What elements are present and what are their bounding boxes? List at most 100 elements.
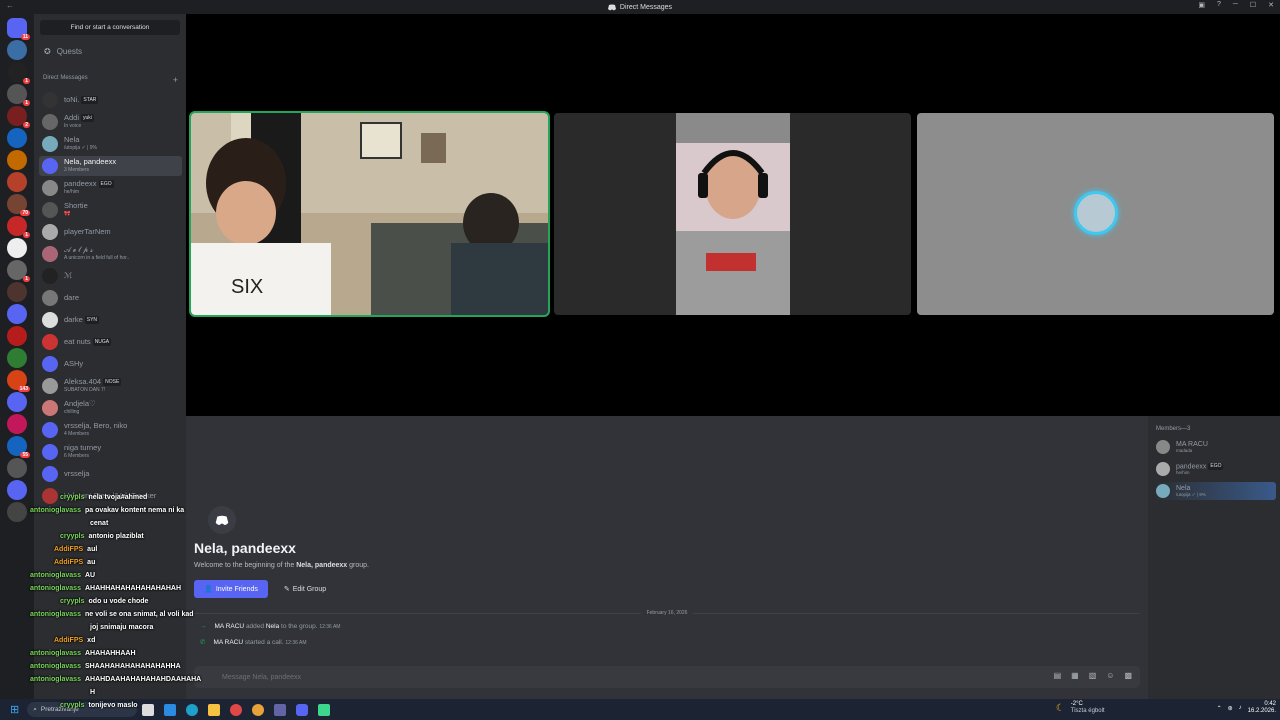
server-icon[interactable]: 1 (7, 84, 30, 106)
overlay-message: joj snimaju macora (90, 624, 154, 631)
dm-item[interactable]: Shortie 🎀 (39, 200, 182, 220)
message-input[interactable]: Message Nela, pandeexx (222, 674, 301, 681)
help-icon[interactable]: ? (1217, 1, 1221, 9)
dm-item[interactable]: toNi. STAR (39, 90, 182, 110)
find-conversation-button[interactable]: Find or start a conversation (40, 20, 180, 35)
dm-subtext: /utopija ✓ | 9% (64, 145, 98, 151)
invite-friends-button[interactable]: 👤 Invite Friends (194, 580, 268, 598)
edit-group-button[interactable]: ✎ Edit Group (276, 580, 334, 598)
server-icon[interactable]: 143 (7, 370, 30, 392)
dm-item[interactable]: Nela, pandeexx 3 Members (39, 156, 182, 176)
server-icon[interactable] (7, 458, 27, 478)
server-icon[interactable]: 1 (7, 260, 30, 282)
dm-item[interactable]: niga turney 6 Members (39, 442, 182, 462)
back-arrow-icon[interactable]: ← (6, 1, 14, 10)
server-icon[interactable] (7, 502, 27, 522)
server-icon[interactable] (7, 172, 27, 192)
windows-start-icon[interactable]: ⊞ (10, 703, 19, 716)
weather[interactable]: -2°C Tiszta égbolt (1071, 701, 1105, 715)
overlay-username: antonioglavass (30, 676, 81, 683)
member-item[interactable]: Nela/utopija ✓ | 9% (1154, 482, 1276, 500)
clock[interactable]: 0:42 16.2.2026. (1248, 701, 1276, 715)
volume-icon[interactable]: ♪ (1239, 705, 1242, 711)
overlay-chat-line: joj snimaju macora (90, 624, 153, 632)
apps-icon[interactable]: ▩ (1124, 671, 1132, 680)
dm-item[interactable]: pandeexx EGO he/him (39, 178, 182, 198)
server-icon[interactable] (7, 40, 27, 60)
overlay-message: au (87, 559, 96, 566)
chevron-up-icon[interactable]: ⌃ (1217, 705, 1222, 712)
dm-item[interactable]: dare (39, 288, 182, 308)
dm-item[interactable]: Aleksa.404 NOSE SUBATON DAN 7! (39, 376, 182, 396)
overlay-message: odo u vode chode (88, 598, 149, 605)
server-icon[interactable] (7, 480, 27, 500)
dm-item[interactable]: Nela/utopija ✓ | 9% (39, 134, 182, 154)
gif-icon[interactable]: ▦ (1071, 671, 1079, 680)
avatar (42, 378, 58, 394)
server-icon[interactable]: 70 (7, 194, 30, 216)
dm-item[interactable]: vrsselja, Bero, niko 4 Members (39, 420, 182, 440)
avatar (42, 180, 58, 196)
overlay-chat-line: cenat (90, 520, 108, 528)
server-icon[interactable] (7, 326, 27, 346)
dm-item[interactable]: vrsselja (39, 464, 182, 484)
title-bar: ← Direct Messages ▣ ? ─ ☐ ✕ (0, 0, 1280, 14)
sticker-icon[interactable]: ▧ (1089, 671, 1097, 680)
server-icon[interactable] (7, 150, 27, 170)
pencil-icon: ✎ (283, 586, 290, 593)
server-icon[interactable] (7, 128, 27, 148)
dm-item[interactable]: darke SYN (39, 310, 182, 330)
app-icon-2[interactable] (230, 703, 243, 716)
dm-item[interactable]: 𝒜 ℯ 𝓁 𝓅 𝓈A unicorn in a field full of ho… (39, 244, 182, 264)
create-dm-button[interactable]: + (173, 75, 178, 85)
dm-item[interactable]: ASHy (39, 354, 182, 374)
dm-item[interactable]: Andjela♡ chilling (39, 398, 182, 418)
minimize-button[interactable]: ─ (1233, 1, 1238, 9)
inbox-icon[interactable]: ▣ (1198, 1, 1205, 9)
server-icon[interactable] (7, 348, 27, 368)
server-icon[interactable] (7, 414, 27, 434)
dm-item[interactable]: eat nuts NUGA (39, 332, 182, 352)
member-item[interactable]: pandeexx EGO he/him (1154, 460, 1276, 478)
explorer-icon[interactable] (208, 703, 221, 716)
sys-user[interactable]: MA RACU (215, 623, 245, 630)
edge-icon[interactable] (186, 703, 199, 716)
overlay-message: AHAHDAAHAHAHAHAHDAAHAHA (84, 676, 202, 683)
server-icon[interactable]: 55 (7, 436, 30, 458)
chrome-icon[interactable] (252, 703, 265, 716)
server-icon[interactable] (7, 282, 27, 302)
taskview-icon[interactable] (142, 703, 155, 716)
member-item[interactable]: MA RACU madada (1154, 438, 1276, 456)
dm-item[interactable]: playerTarNem (39, 222, 182, 242)
overlay-message: antonio plaziblat (88, 533, 144, 540)
gift-icon[interactable]: ▤ (1054, 671, 1062, 680)
discord-icon[interactable] (296, 703, 309, 716)
dm-item[interactable]: Addi yuki In voice (39, 112, 182, 132)
app-icon-1[interactable] (164, 703, 177, 716)
emoji-icon[interactable]: ☺ (1106, 671, 1114, 680)
server-icon[interactable]: 1 (7, 216, 30, 238)
server-icon[interactable]: 11 (7, 18, 30, 40)
server-icon[interactable] (7, 304, 27, 324)
server-icon[interactable]: 1 (7, 62, 30, 84)
overlay-chat-line: AddiFPS xd (54, 637, 95, 645)
teams-icon[interactable] (274, 703, 287, 716)
quests-item[interactable]: ✪ Quests (44, 47, 82, 56)
video-tile-1[interactable]: SIX (189, 111, 550, 317)
server-icon[interactable] (7, 238, 27, 258)
sys-user[interactable]: MA RACU (213, 639, 243, 646)
video-tile-3[interactable] (917, 113, 1274, 315)
sys-target[interactable]: Nela (266, 623, 279, 630)
message-composer[interactable]: Message Nela, pandeexx ▤ ▦ ▧ ☺ ▩ (194, 666, 1140, 688)
network-icon[interactable]: ⊛ (1228, 705, 1233, 712)
server-icon[interactable]: 2 (7, 106, 30, 128)
overlay-message: AHAHHAHAHAHAHAHAHAH (84, 585, 182, 592)
dm-subtext: 🎀 (64, 211, 71, 217)
maximize-button[interactable]: ☐ (1250, 1, 1256, 9)
dm-item[interactable]: ℳ (39, 266, 182, 286)
app-icon-3[interactable] (318, 703, 331, 716)
video-tile-2[interactable] (554, 113, 911, 315)
close-button[interactable]: ✕ (1268, 1, 1274, 9)
server-icon[interactable] (7, 392, 27, 412)
overlay-message: xd (87, 637, 96, 644)
